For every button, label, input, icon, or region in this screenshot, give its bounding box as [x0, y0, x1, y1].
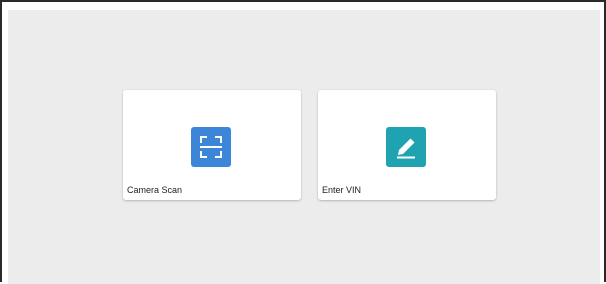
- vin-input-method-screen: Camera Scan Enter VIN: [8, 10, 600, 284]
- camera-scan-label: Camera Scan: [127, 185, 183, 195]
- enter-vin-icon-tile: [386, 127, 426, 167]
- camera-scan-card[interactable]: Camera Scan: [123, 90, 301, 200]
- scan-frame-icon: [200, 136, 222, 158]
- window-frame: Camera Scan Enter VIN: [0, 0, 606, 284]
- enter-vin-label: Enter VIN: [322, 185, 362, 195]
- pencil-edit-icon: [397, 138, 415, 159]
- camera-scan-icon-tile: [191, 127, 231, 167]
- enter-vin-card[interactable]: Enter VIN: [318, 90, 496, 200]
